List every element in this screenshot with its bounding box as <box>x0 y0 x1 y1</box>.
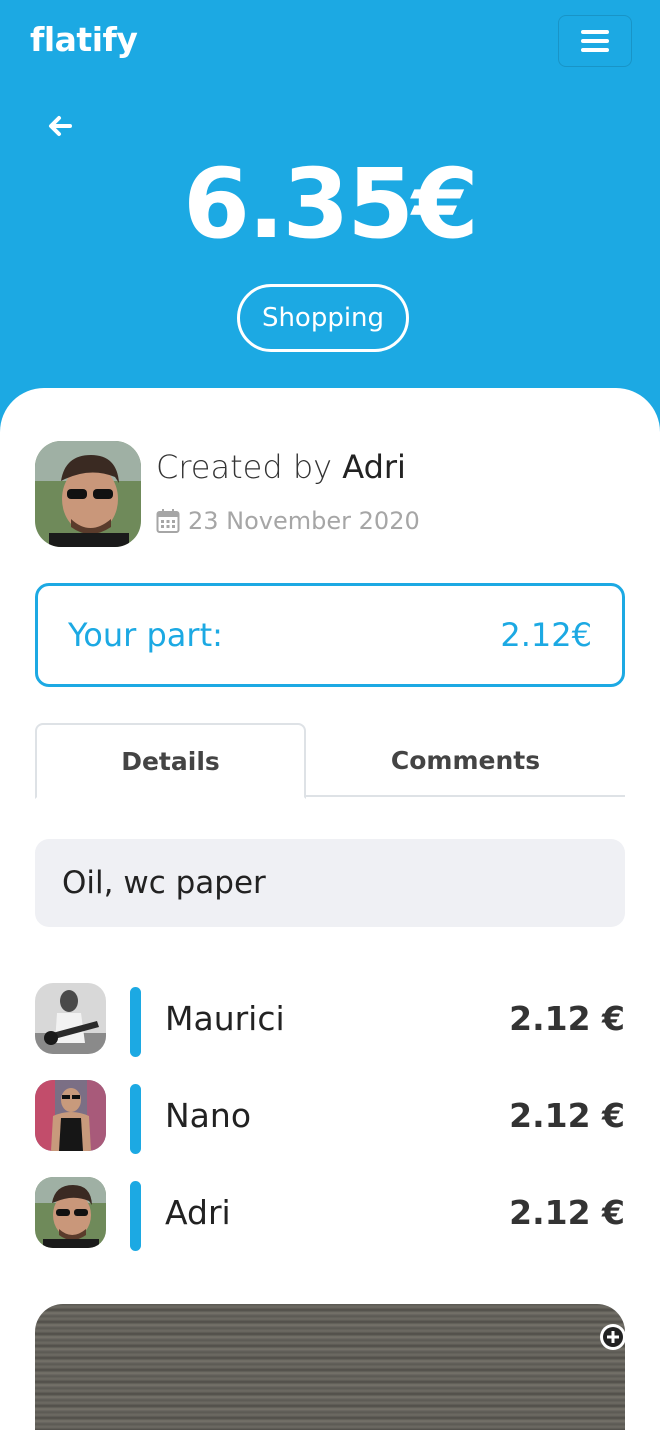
arrow-left-icon[interactable] <box>44 110 76 142</box>
creator-name: Adri <box>342 448 406 486</box>
list-item: Nano 2.12 € <box>35 1080 625 1154</box>
avatar <box>35 441 141 547</box>
member-name: Adri <box>165 1193 231 1232</box>
list-item: Maurici 2.12 € <box>35 983 625 1057</box>
category-badge[interactable]: Shopping <box>237 284 409 352</box>
member-amount: 2.12 € <box>509 1096 625 1135</box>
app-header: flatify 6.35€ Shopping <box>0 0 660 420</box>
member-name: Maurici <box>165 999 285 1038</box>
tab-details[interactable]: Details <box>35 723 306 799</box>
calendar-icon <box>156 509 180 533</box>
zoom-in-icon[interactable] <box>598 1322 628 1352</box>
your-part-label: Your part: <box>68 616 223 654</box>
member-indicator <box>130 1181 141 1251</box>
app-logo[interactable]: flatify <box>30 20 138 59</box>
expense-date: 23 November 2020 <box>188 507 420 535</box>
hamburger-icon <box>581 30 609 34</box>
tab-bar: Details Comments <box>35 723 625 799</box>
your-part-box: Your part: 2.12€ <box>35 583 625 687</box>
date-row: 23 November 2020 <box>156 507 420 535</box>
created-by: Created by Adri <box>156 448 406 486</box>
avatar <box>35 1177 106 1248</box>
expense-amount: 6.35€ <box>183 148 479 260</box>
your-part-value: 2.12€ <box>500 616 592 654</box>
menu-button[interactable] <box>558 15 632 67</box>
tab-comments[interactable]: Comments <box>306 723 625 797</box>
member-indicator <box>130 987 141 1057</box>
member-name: Nano <box>165 1096 252 1135</box>
expense-description: Oil, wc paper <box>35 839 625 927</box>
member-amount: 2.12 € <box>509 999 625 1038</box>
avatar <box>35 983 106 1054</box>
member-amount: 2.12 € <box>509 1193 625 1232</box>
member-indicator <box>130 1084 141 1154</box>
list-item: Adri 2.12 € <box>35 1177 625 1251</box>
avatar <box>35 1080 106 1151</box>
receipt-image[interactable] <box>35 1304 625 1430</box>
